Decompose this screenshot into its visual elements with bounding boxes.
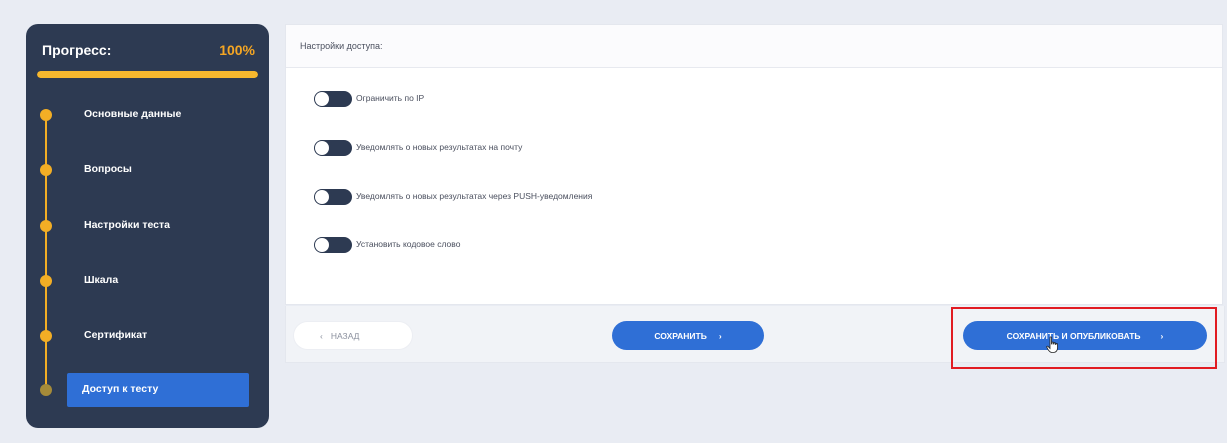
sidebar-item-label: Настройки теста: [84, 219, 170, 231]
step-dot-icon: [40, 330, 52, 342]
step-dot-icon: [40, 275, 52, 287]
card-header: Настройки доступа:: [286, 25, 1222, 68]
progress-title: Прогресс:: [42, 42, 112, 58]
access-settings-card: Настройки доступа: Ограничить по IP Увед…: [285, 24, 1223, 305]
setting-label: Уведомлять о новых результатах на почту: [356, 142, 523, 152]
sidebar-item-label: Сертификат: [84, 329, 148, 341]
sidebar-item-questions[interactable]: Вопросы: [26, 153, 269, 187]
toggle-knob: [315, 141, 329, 155]
code-word-toggle[interactable]: [314, 237, 352, 253]
sidebar-item-label: Шкала: [84, 274, 119, 286]
push-notify-toggle[interactable]: [314, 189, 352, 205]
sidebar-item-certificate[interactable]: Сертификат: [26, 319, 269, 353]
back-button[interactable]: ‹ НАЗАД: [294, 322, 412, 349]
step-dot-icon: [40, 164, 52, 176]
restrict-ip-toggle[interactable]: [314, 91, 352, 107]
hand-cursor-icon: [1046, 336, 1058, 353]
sidebar-item-label: Основные данные: [84, 108, 182, 120]
toggle-knob: [315, 92, 329, 106]
step-dot-icon: [40, 384, 52, 396]
sidebar-item-basic-data[interactable]: Основные данные: [26, 98, 269, 132]
toggle-knob: [315, 190, 329, 204]
setting-label: Ограничить по IP: [356, 93, 425, 103]
progress-header: Прогресс: 100%: [42, 42, 255, 62]
sidebar-item-label: Доступ к тесту: [82, 383, 159, 395]
setting-label: Установить кодовое слово: [356, 239, 461, 249]
step-dot-icon: [40, 220, 52, 232]
sidebar-item-test-access[interactable]: Доступ к тесту: [26, 373, 269, 407]
save-button-label: СОХРАНИТЬ: [654, 330, 707, 341]
progress-bar: [37, 71, 258, 78]
step-dot-icon: [40, 109, 52, 121]
chevron-right-icon: ›: [718, 330, 722, 341]
progress-sidebar: Прогресс: 100% Основные данные Вопросы Н…: [26, 24, 269, 428]
back-button-label: НАЗАД: [330, 330, 360, 341]
progress-bar-fill: [37, 71, 258, 78]
sidebar-item-scale[interactable]: Шкала: [26, 264, 269, 298]
page-title: Настройки доступа:: [300, 41, 383, 51]
progress-percent: 100%: [219, 42, 255, 58]
sidebar-item-label: Вопросы: [84, 163, 132, 175]
sidebar-item-test-settings[interactable]: Настройки теста: [26, 209, 269, 243]
setting-label: Уведомлять о новых результатах через PUS…: [356, 191, 593, 201]
chevron-left-icon: ‹: [320, 330, 323, 341]
toggle-knob: [315, 238, 329, 252]
annotation-highlight-box: [951, 307, 1217, 369]
save-button[interactable]: СОХРАНИТЬ ›: [612, 321, 764, 350]
email-notify-toggle[interactable]: [314, 140, 352, 156]
settings-list: Ограничить по IP Уведомлять о новых резу…: [286, 68, 1222, 304]
